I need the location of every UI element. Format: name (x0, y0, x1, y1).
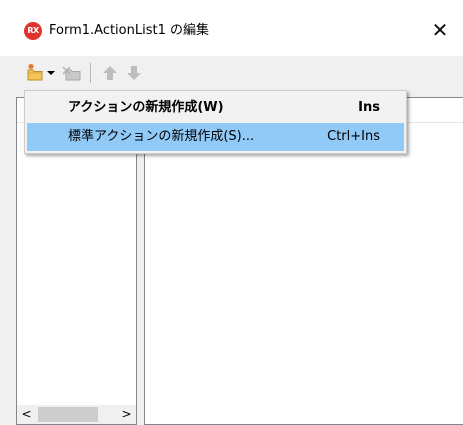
app-logo-icon: RX (24, 22, 42, 40)
chevron-down-icon (47, 71, 55, 75)
move-up-button[interactable] (100, 63, 120, 83)
arrow-down-icon (127, 66, 141, 80)
title-bar: RX Form1.ActionList1 の編集 ✕ (0, 0, 463, 56)
delete-action-icon (62, 66, 81, 81)
window-title: Form1.ActionList1 の編集 (49, 23, 209, 38)
scroll-right-button[interactable]: > (117, 405, 136, 424)
toolbar (0, 56, 463, 90)
arrow-up-icon (103, 66, 117, 80)
move-down-button[interactable] (124, 63, 144, 83)
menu-item-new-standard-action[interactable]: 標準アクションの新規作成(S)... Ctrl+Ins (27, 123, 404, 151)
new-action-menu: アクションの新規作成(W) Ins 標準アクションの新規作成(S)... Ctr… (24, 90, 407, 154)
horizontal-scrollbar[interactable]: < > (17, 405, 136, 424)
new-action-button[interactable] (25, 63, 45, 83)
delete-action-button[interactable] (61, 63, 83, 83)
menu-item-shortcut: Ctrl+Ins (327, 129, 380, 144)
menu-item-label: アクションの新規作成(W) (68, 100, 224, 115)
menu-item-new-action[interactable]: アクションの新規作成(W) Ins (27, 94, 404, 122)
editor-window: RX Form1.ActionList1 の編集 ✕ < > アクションの新規作… (0, 0, 463, 425)
scroll-left-button[interactable]: < (17, 405, 36, 424)
menu-item-shortcut: Ins (358, 100, 380, 115)
menu-item-label: 標準アクションの新規作成(S)... (68, 129, 255, 144)
scrollbar-thumb[interactable] (38, 407, 98, 422)
new-action-icon (27, 63, 43, 81)
close-button[interactable]: ✕ (417, 9, 463, 51)
new-action-dropdown-button[interactable] (45, 63, 57, 83)
toolbar-separator (90, 63, 91, 83)
